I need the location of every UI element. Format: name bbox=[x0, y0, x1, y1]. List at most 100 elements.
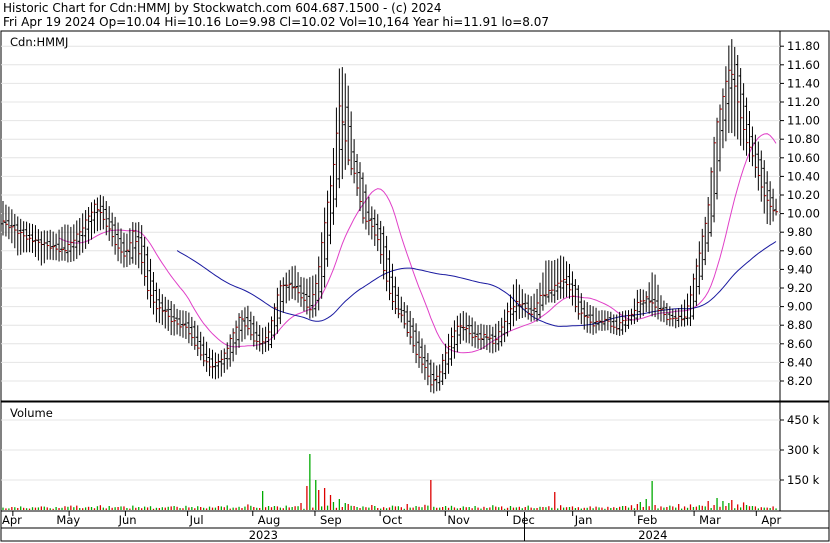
chart-frames bbox=[0, 30, 830, 542]
ohlc-bar bbox=[599, 310, 604, 331]
ohlc-bar bbox=[166, 299, 171, 331]
ohlc-bar bbox=[644, 291, 649, 312]
ohlc-bar bbox=[281, 277, 286, 313]
ohlc-bar bbox=[175, 308, 180, 335]
volume-bars bbox=[2, 454, 777, 510]
ohlc-bar bbox=[65, 224, 70, 263]
ohlc-bar bbox=[502, 309, 507, 343]
ohlc-bar bbox=[650, 272, 655, 317]
price-tick-label: 8.40 bbox=[787, 355, 813, 369]
symbol-label: Cdn:HMMJ bbox=[10, 35, 68, 49]
ohlc-bar bbox=[157, 288, 162, 324]
ohlc-bar bbox=[546, 260, 551, 303]
price-tick-label: 11.60 bbox=[787, 58, 820, 72]
ohlc-bar bbox=[248, 311, 253, 341]
ohlc-bar bbox=[290, 266, 295, 299]
ohlc-bar bbox=[113, 216, 118, 255]
price-tick-label: 9.00 bbox=[787, 300, 813, 314]
ohlc-bar bbox=[396, 286, 401, 319]
ohlc-bar bbox=[92, 199, 97, 234]
ohlc-bar bbox=[216, 353, 221, 379]
price-tick-label: 9.60 bbox=[787, 244, 813, 258]
ohlc-bar bbox=[355, 153, 360, 196]
month-label: Aug bbox=[258, 513, 280, 527]
ohlc-bar bbox=[691, 273, 696, 320]
ma-long-line bbox=[176, 241, 777, 327]
ohlc-bar bbox=[467, 315, 472, 344]
ohlc-bar bbox=[756, 141, 761, 191]
ohlc-bar bbox=[738, 68, 743, 146]
ohlc-bar bbox=[57, 229, 62, 262]
month-label: Jul bbox=[189, 513, 204, 527]
price-tick-label: 8.80 bbox=[787, 318, 813, 332]
ohlc-bar bbox=[514, 279, 519, 321]
ohlc-bar bbox=[42, 230, 47, 264]
price-tick-label: 9.20 bbox=[787, 281, 813, 295]
ohlc-bar bbox=[145, 246, 150, 300]
ohlc-bar bbox=[629, 308, 634, 325]
ohlc-bar bbox=[431, 362, 436, 394]
ohlc-bar bbox=[89, 202, 94, 240]
price-tick-label: 10.40 bbox=[787, 169, 820, 183]
ohlc-bar bbox=[39, 231, 44, 266]
ohlc-bar bbox=[360, 172, 365, 224]
ohlc-bar bbox=[414, 323, 419, 364]
ohlc-bar bbox=[561, 256, 566, 299]
ohlc-bar bbox=[228, 334, 233, 367]
ohlc-bar bbox=[325, 190, 330, 267]
ohlc-bar bbox=[369, 206, 374, 240]
ohlc-bar bbox=[263, 326, 268, 352]
month-label: Apr bbox=[761, 513, 781, 527]
price-tick-label: 10.60 bbox=[787, 151, 820, 165]
ohlc-bar bbox=[18, 218, 23, 255]
ohlc-bar bbox=[378, 220, 383, 264]
month-label: Sep bbox=[320, 513, 342, 527]
ohlc-bar bbox=[219, 350, 224, 377]
ohlc-bar bbox=[260, 327, 265, 355]
ohlc-bar bbox=[195, 325, 200, 357]
volume-tick-label: 300 k bbox=[787, 443, 820, 457]
ohlc-bar bbox=[470, 317, 475, 347]
price-tick-label: 10.20 bbox=[787, 188, 820, 202]
volume-axis: 450 k 300 k 150 k bbox=[1, 413, 820, 487]
ohlc-bar bbox=[222, 348, 227, 373]
ohlc-bar bbox=[552, 259, 557, 303]
price-tick-label: 10.80 bbox=[787, 132, 820, 146]
ohlc-bar bbox=[201, 336, 206, 367]
ohlc-bar bbox=[310, 275, 315, 318]
ohlc-bar bbox=[635, 289, 640, 322]
ohlc-bar bbox=[27, 223, 32, 253]
ohlc-bar bbox=[160, 294, 165, 325]
ohlc-bar bbox=[293, 265, 298, 301]
ohlc-bar bbox=[62, 224, 67, 261]
price-tick-label: 8.60 bbox=[787, 337, 813, 351]
month-label: Oct bbox=[382, 513, 402, 527]
ohlc-bar bbox=[774, 198, 779, 216]
ohlc-bar bbox=[440, 353, 445, 386]
ohlc-bar bbox=[478, 323, 483, 350]
ohlc-bar bbox=[151, 272, 156, 315]
ohlc-bar bbox=[266, 322, 271, 351]
ohlc-bar bbox=[588, 304, 593, 334]
price-tick-label: 10.00 bbox=[787, 207, 820, 221]
ohlc-bar bbox=[555, 258, 560, 301]
ohlc-bar bbox=[127, 228, 132, 265]
ohlc-bar bbox=[363, 184, 368, 230]
ohlc-bar bbox=[765, 171, 770, 225]
month-label: Apr bbox=[2, 513, 22, 527]
year-label: 2024 bbox=[638, 528, 667, 542]
ohlc-bar bbox=[231, 328, 236, 362]
ohlc-bar bbox=[172, 304, 177, 336]
ohlc-bar bbox=[225, 342, 230, 370]
month-label: Nov bbox=[447, 513, 470, 527]
ohlc-bar bbox=[278, 280, 283, 325]
ohlc-bar bbox=[239, 310, 244, 342]
ohlc-bar bbox=[446, 333, 451, 374]
ohlc-bar bbox=[443, 343, 448, 380]
volume-panel-frame bbox=[0, 401, 830, 512]
ohlc-bar bbox=[744, 97, 749, 156]
ohlc-bar bbox=[313, 274, 318, 317]
ohlc-bar bbox=[189, 316, 194, 346]
ohlc-bar bbox=[142, 236, 147, 286]
ohlc-bar bbox=[735, 54, 740, 140]
